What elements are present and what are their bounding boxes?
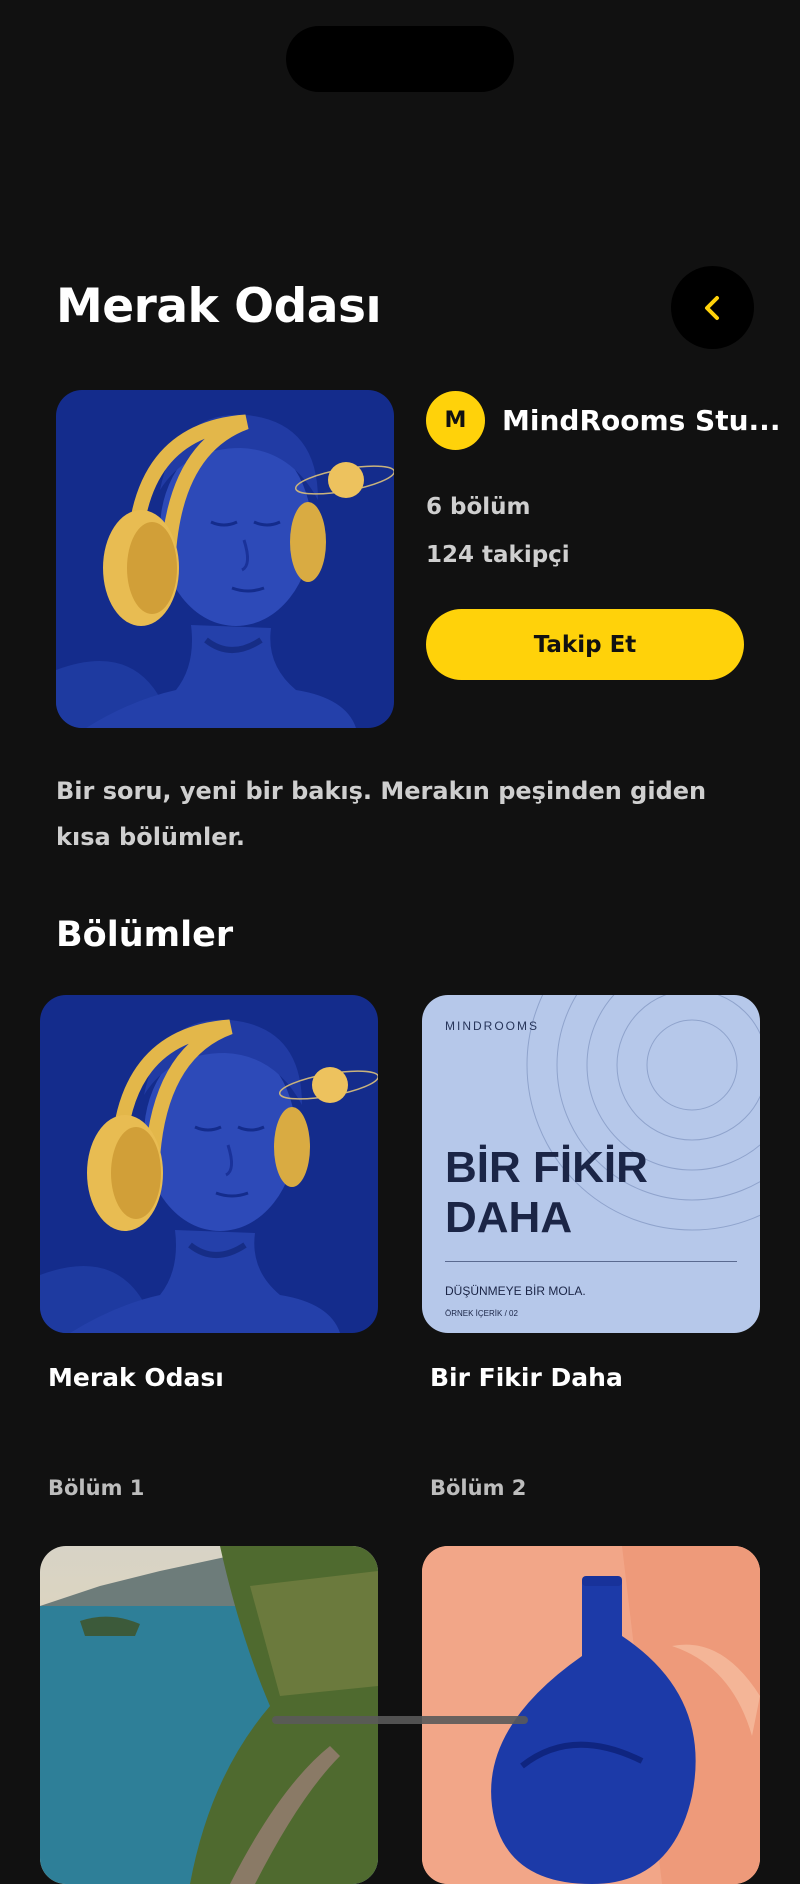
dynamic-island	[286, 26, 514, 92]
episode-card-2[interactable]: MINDROOMS BİR FİKİR DAHA DÜŞÜNMEYE BİR M…	[422, 995, 760, 1333]
podcast-description: Bir soru, yeni bir bakış. Merakın peşind…	[56, 777, 707, 851]
cover-brand: MINDROOMS	[445, 1019, 539, 1033]
follow-button[interactable]: Takip Et	[426, 609, 744, 680]
episode-card-4[interactable]	[422, 1546, 760, 1884]
episode-card-1[interactable]	[40, 995, 378, 1333]
vase-sculpture-image	[422, 1546, 760, 1884]
episode-label-1: Bölüm 1	[48, 1476, 145, 1500]
episode-card-3[interactable]	[40, 1546, 378, 1884]
episode-count: 6 bölüm	[426, 494, 531, 520]
coastal-landscape-image	[40, 1546, 378, 1884]
chevron-left-icon	[704, 295, 719, 320]
page-title: Merak Odası	[56, 279, 382, 334]
episodes-section-title: Bölümler	[56, 915, 234, 955]
creator-avatar: M	[426, 391, 485, 450]
follower-count: 124 takipçi	[426, 542, 570, 568]
creator-link[interactable]: M MindRooms Stu...	[426, 391, 780, 450]
cover-tag: ÖRNEK İÇERİK / 02	[445, 1309, 518, 1318]
episode-label-2: Bölüm 2	[430, 1476, 527, 1500]
back-button[interactable]	[671, 266, 754, 349]
podcast-cover-image	[56, 390, 394, 728]
episode-title-2[interactable]: Bir Fikir Daha	[430, 1363, 623, 1392]
cover-divider	[445, 1261, 737, 1262]
episode-title-1[interactable]: Merak Odası	[48, 1363, 224, 1392]
cover-subtitle: DÜŞÜNMEYE BİR MOLA.	[445, 1284, 586, 1298]
creator-name: MindRooms Stu...	[502, 404, 781, 437]
home-indicator	[272, 1716, 528, 1724]
cover-headline: BİR FİKİR DAHA	[445, 1143, 648, 1242]
